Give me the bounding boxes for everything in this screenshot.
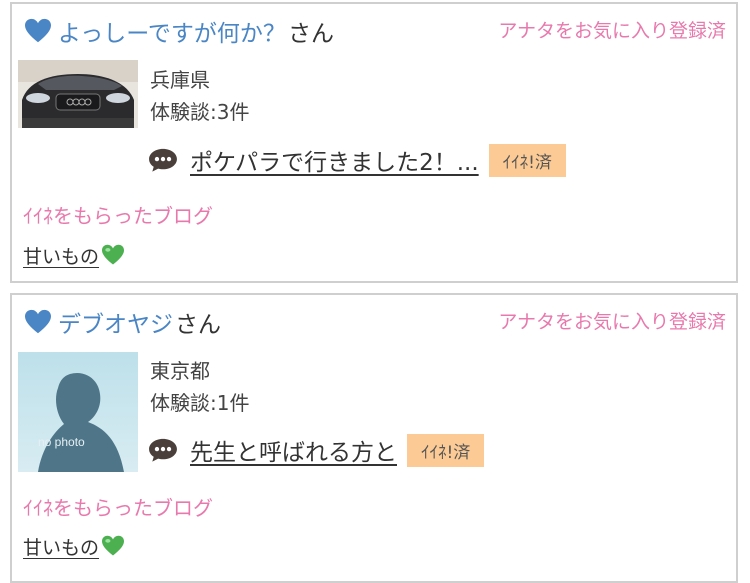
user-name-link[interactable]: デブオヤジ <box>58 305 173 339</box>
speech-bubble-icon <box>149 438 177 462</box>
blog-title-link[interactable]: ポケパラで行きました2！... <box>190 143 479 177</box>
user-meta: 兵庫県 体験談:3件 <box>150 64 249 128</box>
liked-blog-title: 甘いもの <box>23 246 100 268</box>
user-meta: 東京都 体験談:1件 <box>150 355 249 419</box>
like-status-badge: ｲｲﾈ!済 <box>407 433 485 467</box>
user-avatar[interactable]: no photo <box>18 352 138 472</box>
speech-bubble-icon <box>149 148 177 172</box>
heart-icon <box>25 309 51 334</box>
green-heart-icon <box>102 535 125 556</box>
favorite-status: アナタをお気に入り登録済 <box>498 311 726 333</box>
liked-blogs-label: ｲｲﾈをもらったブログ <box>23 204 213 228</box>
blog-row: ポケパラで行きました2！... ｲｲﾈ!済 <box>148 143 566 177</box>
liked-blog-link[interactable]: 甘いもの <box>23 242 125 269</box>
liked-blog-link[interactable]: 甘いもの <box>23 533 125 560</box>
car-photo <box>18 60 138 128</box>
user-name-row[interactable]: よっしーですが何か？ さん <box>24 14 334 48</box>
honorific: さん <box>287 21 334 47</box>
no-photo-text: no photo <box>38 435 85 449</box>
experience-count: 体験談:3件 <box>150 100 250 124</box>
no-photo-avatar: no photo <box>18 352 138 472</box>
user-card: よっしーですが何か？ さん アナタをお気に入り登録済 兵庫県 体験談:3件 ポケ… <box>10 2 738 283</box>
liked-blogs-label: ｲｲﾈをもらったブログ <box>23 496 213 520</box>
like-status-badge: ｲｲﾈ!済 <box>488 143 566 177</box>
prefecture: 兵庫県 <box>150 68 210 92</box>
user-card: デブオヤジ さん アナタをお気に入り登録済 no photo 東京都 体験談:1… <box>10 293 738 583</box>
user-name-row[interactable]: デブオヤジ さん <box>24 305 221 339</box>
honorific: さん <box>175 312 221 338</box>
experience-count: 体験談:1件 <box>150 391 250 415</box>
prefecture: 東京都 <box>150 359 210 383</box>
favorite-status: アナタをお気に入り登録済 <box>498 20 726 42</box>
liked-blog-title: 甘いもの <box>23 537 100 559</box>
user-name-link[interactable]: よっしーですが何か？ <box>58 14 286 48</box>
blog-title-link[interactable]: 先生と呼ばれる方と <box>190 433 397 467</box>
user-avatar[interactable] <box>18 60 138 128</box>
blog-row: 先生と呼ばれる方と ｲｲﾈ!済 <box>148 433 485 467</box>
green-heart-icon <box>102 244 125 265</box>
heart-icon <box>25 18 51 43</box>
